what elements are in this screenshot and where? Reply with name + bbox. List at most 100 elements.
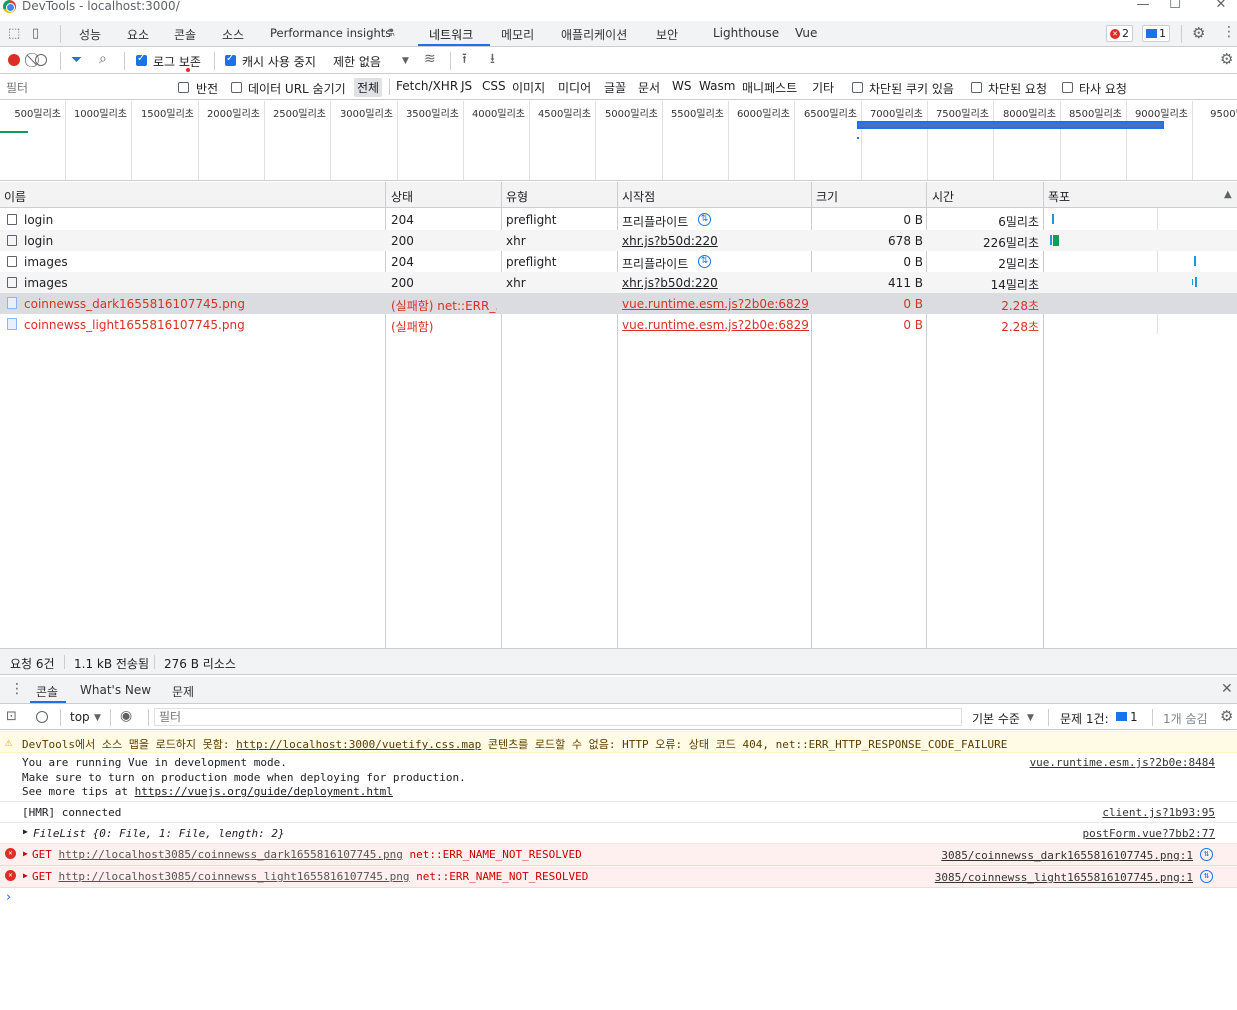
network-conditions-icon[interactable]: ≋ bbox=[424, 52, 436, 66]
close-drawer-icon[interactable]: ✕ bbox=[1221, 682, 1233, 696]
console-filter-input[interactable] bbox=[154, 708, 962, 726]
context-dropdown-icon[interactable]: ▼ bbox=[94, 711, 101, 725]
type-filter-img[interactable]: 이미지 bbox=[512, 79, 545, 96]
console-error[interactable]: ✕ ▶ GET http://localhost3085/coinnewss_d… bbox=[0, 844, 1237, 866]
col-waterfall[interactable]: 폭포 bbox=[1048, 188, 1070, 205]
table-row[interactable]: coinnewss_dark1655816107745.png (실패함) ne… bbox=[0, 293, 1237, 314]
message-count-badge[interactable]: 1 bbox=[1142, 25, 1170, 42]
vue-deployment-link[interactable]: https://vuejs.org/guide/deployment.html bbox=[135, 785, 393, 798]
expand-arrow-icon[interactable]: ▶ bbox=[23, 827, 28, 836]
expand-arrow-icon[interactable]: ▶ bbox=[23, 871, 28, 880]
blocked-cookies-checkbox[interactable] bbox=[852, 82, 863, 93]
table-row[interactable]: images 204 preflight 프리플라이트 ⇅ 0 B 2밀리초 bbox=[0, 251, 1237, 272]
tab-security[interactable]: 보안 bbox=[656, 26, 678, 43]
filter-icon[interactable]: ⏷ bbox=[71, 53, 82, 67]
type-filter-manifest[interactable]: 매니페스트 bbox=[742, 79, 797, 96]
table-row[interactable]: images 200 xhr xhr.js?b50d:220 411 B 14밀… bbox=[0, 272, 1237, 293]
hmr-source-link[interactable]: client.js?1b93:95 bbox=[1102, 806, 1215, 819]
device-toolbar-icon[interactable]: ▯ bbox=[32, 27, 39, 41]
sort-up-icon[interactable]: ▲ bbox=[1224, 188, 1232, 202]
search-icon[interactable]: ⌕ bbox=[99, 52, 107, 66]
close-window-icon[interactable]: ✕ bbox=[1206, 0, 1236, 12]
row-initiator-link[interactable]: vue.runtime.esm.js?2b0e:6829 bbox=[622, 297, 809, 311]
error-source-link[interactable]: 3085/coinnewss_dark1655816107745.png:1 bbox=[941, 849, 1193, 862]
timeline-overview[interactable]: 500밀리초 1000밀리초 1500밀리초 2000밀리초 2500밀리초 3000밀리… bbox=[0, 101, 1237, 181]
filter-input[interactable] bbox=[2, 79, 164, 96]
settings-gear-icon[interactable]: ⚙ bbox=[1192, 26, 1205, 41]
error-source-link[interactable]: 3085/coinnewss_light1655816107745.png:1 bbox=[935, 871, 1193, 884]
col-size[interactable]: 크기 bbox=[816, 188, 838, 205]
type-filter-wasm[interactable]: Wasm bbox=[699, 79, 735, 93]
sidebar-toggle-icon[interactable]: ⊡ bbox=[6, 710, 17, 724]
log-level-dropdown-icon[interactable]: ▼ bbox=[1027, 711, 1034, 725]
tab-console[interactable]: 콘솔 bbox=[174, 26, 196, 43]
row-initiator-link[interactable]: xhr.js?b50d:220 bbox=[622, 234, 718, 248]
type-filter-js[interactable]: JS bbox=[461, 79, 472, 93]
issues-label[interactable]: 문제 1건: bbox=[1060, 710, 1109, 727]
live-expression-eye-icon[interactable]: ◉ bbox=[120, 709, 132, 723]
console-prompt-icon[interactable]: › bbox=[6, 890, 11, 905]
third-party-checkbox[interactable] bbox=[1062, 82, 1073, 93]
preserve-log-checkbox[interactable] bbox=[136, 53, 147, 66]
row-initiator-link[interactable]: xhr.js?b50d:220 bbox=[622, 276, 718, 290]
log-level-select[interactable]: 기본 수준 bbox=[972, 710, 1020, 727]
error-count-badge[interactable]: ✕ 2 bbox=[1106, 25, 1133, 42]
network-request-icon[interactable]: ⇅ bbox=[1200, 870, 1213, 883]
blocked-requests-checkbox[interactable] bbox=[971, 82, 982, 93]
invert-checkbox[interactable] bbox=[178, 82, 189, 93]
hide-data-urls-checkbox[interactable] bbox=[231, 82, 242, 93]
type-filter-css[interactable]: CSS bbox=[482, 79, 506, 93]
console-log-filelist[interactable]: ▶ FileList {0: File, 1: File, length: 2}… bbox=[0, 823, 1237, 844]
vue-msg-source-link[interactable]: vue.runtime.esm.js?2b0e:8484 bbox=[1030, 756, 1215, 769]
console-settings-icon[interactable]: ⚙ bbox=[1220, 709, 1233, 724]
expand-arrow-icon[interactable]: ▶ bbox=[23, 849, 28, 858]
drawer-tab-issues[interactable]: 문제 bbox=[172, 683, 194, 700]
preflight-link-icon[interactable]: ⇅ bbox=[698, 213, 711, 226]
type-filter-font[interactable]: 글꼴 bbox=[604, 79, 626, 96]
more-menu-icon[interactable]: ⋮ bbox=[1222, 25, 1236, 39]
network-request-icon[interactable]: ⇅ bbox=[1200, 848, 1213, 861]
clear-console-button[interactable] bbox=[36, 711, 48, 723]
tab-lighthouse[interactable]: Lighthouse bbox=[713, 26, 779, 40]
table-row[interactable]: login 200 xhr xhr.js?b50d:220 678 B 226밀… bbox=[0, 230, 1237, 251]
inspect-element-icon[interactable]: ⬚ bbox=[8, 27, 20, 41]
tab-performance[interactable]: 성능 bbox=[79, 26, 101, 43]
filelist-source-link[interactable]: postForm.vue?7bb2:77 bbox=[1083, 827, 1215, 840]
throttle-select[interactable]: 제한 없음 bbox=[333, 53, 381, 70]
col-status[interactable]: 상태 bbox=[391, 188, 413, 205]
warning-url[interactable]: http://localhost:3000/vuetify.css.map bbox=[236, 738, 481, 751]
tab-memory[interactable]: 메모리 bbox=[501, 26, 534, 43]
error-url[interactable]: http://localhost3085/coinnewss_light1655… bbox=[59, 870, 410, 883]
col-initiator[interactable]: 시작점 bbox=[622, 188, 655, 205]
tab-performance-insights[interactable]: Performance insights bbox=[270, 26, 391, 40]
type-filter-fetch-xhr[interactable]: Fetch/XHR bbox=[396, 79, 458, 93]
record-button[interactable] bbox=[8, 54, 20, 66]
tab-vue[interactable]: Vue bbox=[795, 26, 817, 40]
export-har-icon[interactable]: ⭳ bbox=[490, 52, 495, 66]
maximize-icon[interactable]: ☐ bbox=[1160, 0, 1190, 12]
drawer-tab-whats-new[interactable]: What's New bbox=[80, 683, 151, 697]
tab-application[interactable]: 애플리케이션 bbox=[561, 26, 627, 43]
preflight-link-icon[interactable]: ⇅ bbox=[698, 255, 711, 268]
clear-button[interactable] bbox=[35, 54, 47, 66]
context-select[interactable]: top bbox=[70, 710, 90, 724]
type-filter-all[interactable]: 전체 bbox=[354, 78, 383, 97]
col-type[interactable]: 유형 bbox=[506, 188, 528, 205]
col-name[interactable]: 이름 bbox=[4, 188, 26, 205]
type-filter-doc[interactable]: 문서 bbox=[638, 79, 660, 96]
minimize-icon[interactable]: — bbox=[1128, 0, 1158, 12]
drawer-tab-console[interactable]: 콘솔 bbox=[36, 683, 58, 700]
network-settings-icon[interactable]: ⚙ bbox=[1220, 52, 1233, 67]
col-time[interactable]: 시간 bbox=[932, 188, 954, 205]
import-har-icon[interactable]: ⭱ bbox=[462, 52, 467, 66]
type-filter-ws[interactable]: WS bbox=[672, 79, 691, 93]
tab-elements[interactable]: 요소 bbox=[127, 26, 149, 43]
disable-cache-checkbox[interactable] bbox=[225, 53, 236, 66]
table-row[interactable]: login 204 preflight 프리플라이트 ⇅ 0 B 6밀리초 bbox=[0, 209, 1237, 230]
tab-sources[interactable]: 소스 bbox=[222, 26, 244, 43]
error-url[interactable]: http://localhost3085/coinnewss_dark16558… bbox=[59, 848, 403, 861]
tab-network[interactable]: 네트워크 bbox=[429, 26, 473, 43]
type-filter-media[interactable]: 미디어 bbox=[558, 79, 591, 96]
row-initiator-link[interactable]: vue.runtime.esm.js?2b0e:6829 bbox=[622, 318, 809, 332]
table-row[interactable]: coinnewss_light1655816107745.png (실패함) v… bbox=[0, 314, 1237, 335]
